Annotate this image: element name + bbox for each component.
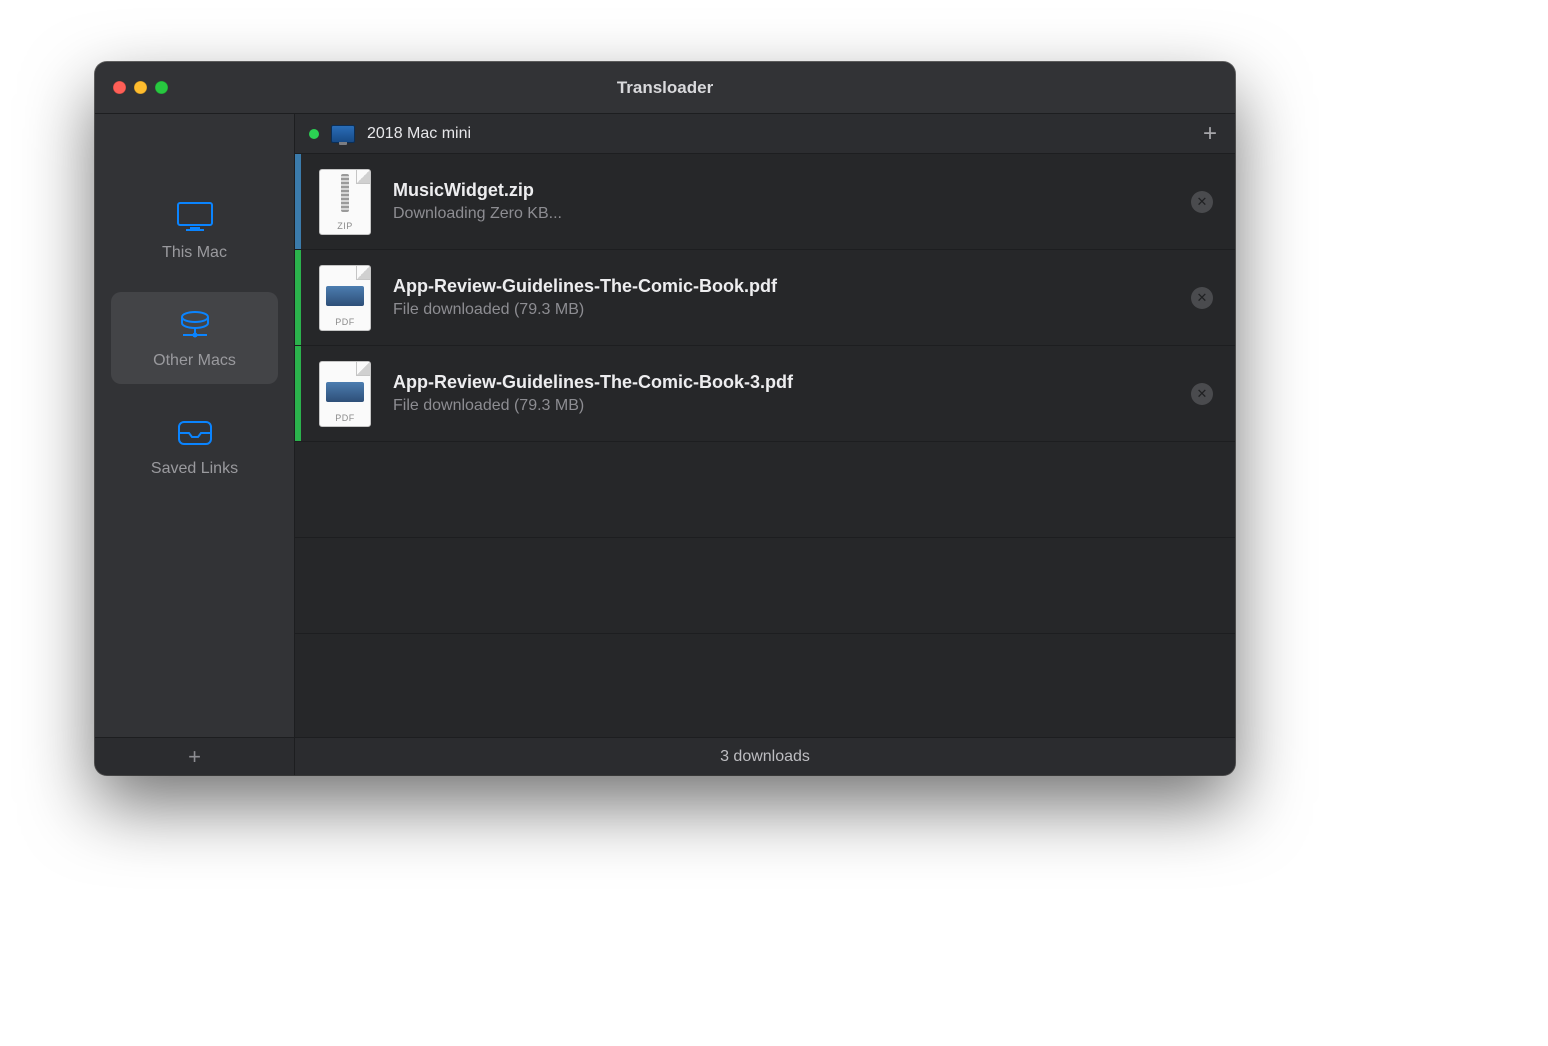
sidebar-item-saved-links[interactable]: Saved Links bbox=[111, 400, 278, 492]
main-panel: 2018 Mac mini + ZIP MusicWidget.zip Down… bbox=[295, 114, 1235, 737]
file-icon: ZIP bbox=[319, 169, 371, 235]
app-window: Transloader This Mac bbox=[95, 62, 1235, 775]
download-filename: App-Review-Guidelines-The-Comic-Book.pdf bbox=[393, 276, 1191, 297]
file-ext-label: PDF bbox=[320, 317, 370, 327]
download-text: App-Review-Guidelines-The-Comic-Book.pdf… bbox=[393, 276, 1191, 319]
remove-download-button[interactable]: ✕ bbox=[1191, 191, 1213, 213]
source-name: 2018 Mac mini bbox=[367, 125, 471, 143]
computer-icon bbox=[331, 125, 355, 143]
download-status: File downloaded (79.3 MB) bbox=[393, 301, 1191, 319]
download-text: App-Review-Guidelines-The-Comic-Book-3.p… bbox=[393, 372, 1191, 415]
footer: + 3 downloads bbox=[95, 737, 1235, 775]
titlebar: Transloader bbox=[95, 62, 1235, 114]
window-body: This Mac Other Macs bbox=[95, 114, 1235, 737]
sidebar-item-label: This Mac bbox=[162, 244, 227, 262]
download-status: File downloaded (79.3 MB) bbox=[393, 397, 1191, 415]
remove-download-button[interactable]: ✕ bbox=[1191, 383, 1213, 405]
online-status-icon bbox=[309, 129, 319, 139]
file-icon: PDF bbox=[319, 361, 371, 427]
download-status: Downloading Zero KB... bbox=[393, 205, 1191, 223]
file-ext-label: ZIP bbox=[320, 221, 370, 231]
sidebar-item-other-macs[interactable]: Other Macs bbox=[111, 292, 278, 384]
add-source-button[interactable]: + bbox=[188, 746, 201, 768]
file-ext-label: PDF bbox=[320, 413, 370, 423]
add-download-button[interactable]: + bbox=[1199, 122, 1221, 146]
remove-download-button[interactable]: ✕ bbox=[1191, 287, 1213, 309]
file-icon: PDF bbox=[319, 265, 371, 331]
footer-left: + bbox=[95, 738, 295, 775]
window-title: Transloader bbox=[95, 78, 1235, 98]
downloads-list: ZIP MusicWidget.zip Downloading Zero KB.… bbox=[295, 154, 1235, 737]
progress-stripe bbox=[295, 250, 301, 345]
sidebar-item-label: Saved Links bbox=[151, 460, 238, 478]
source-header: 2018 Mac mini + bbox=[295, 114, 1235, 154]
sidebar-item-this-mac[interactable]: This Mac bbox=[111, 184, 278, 276]
progress-stripe bbox=[295, 154, 301, 249]
download-filename: App-Review-Guidelines-The-Comic-Book-3.p… bbox=[393, 372, 1191, 393]
downloads-summary: 3 downloads bbox=[295, 748, 1235, 766]
monitor-icon bbox=[174, 200, 216, 234]
download-row[interactable]: ZIP MusicWidget.zip Downloading Zero KB.… bbox=[295, 154, 1235, 250]
inbox-icon bbox=[174, 416, 216, 450]
empty-row bbox=[295, 442, 1235, 538]
progress-stripe bbox=[295, 346, 301, 441]
sidebar-item-label: Other Macs bbox=[153, 352, 236, 370]
network-drive-icon bbox=[174, 308, 216, 342]
empty-row bbox=[295, 538, 1235, 634]
download-filename: MusicWidget.zip bbox=[393, 180, 1191, 201]
download-row[interactable]: PDF App-Review-Guidelines-The-Comic-Book… bbox=[295, 250, 1235, 346]
download-text: MusicWidget.zip Downloading Zero KB... bbox=[393, 180, 1191, 223]
download-row[interactable]: PDF App-Review-Guidelines-The-Comic-Book… bbox=[295, 346, 1235, 442]
sidebar: This Mac Other Macs bbox=[95, 114, 295, 737]
